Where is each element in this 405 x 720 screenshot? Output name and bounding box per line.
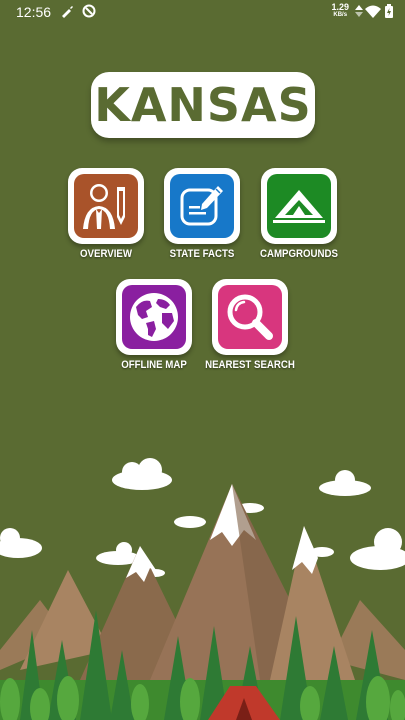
battery-icon [385, 4, 393, 21]
businessman-pencil-icon [83, 184, 125, 229]
overview-tile-frame [68, 168, 144, 244]
app-title-badge: KANSAS [91, 72, 315, 138]
overview-tile [74, 174, 138, 238]
data-arrows-icon [355, 5, 363, 20]
network-speed: 1.29 KB/s [331, 2, 349, 19]
status-time: 12:56 [16, 4, 52, 20]
edit-note-icon [180, 186, 223, 226]
pen-icon [60, 4, 74, 21]
nearest-search-button[interactable]: NEAREST SEARCH [205, 279, 295, 371]
sync-icon [82, 4, 96, 21]
tent-icon [273, 190, 325, 223]
state-facts-button[interactable]: STATE FACTS [164, 168, 244, 260]
app-title: KANSAS [94, 78, 312, 132]
nearest-search-tile-frame [212, 279, 288, 355]
nearest-search-tile [218, 285, 282, 349]
campgrounds-label: CAMPGROUNDS [260, 248, 338, 260]
state-facts-tile-frame [164, 168, 240, 244]
campgrounds-button[interactable]: CAMPGROUNDS [260, 168, 341, 260]
status-bar: 12:56 1.29 KB/s [0, 0, 405, 24]
campgrounds-tile-frame [261, 168, 337, 244]
magnifier-icon [227, 294, 273, 340]
overview-button[interactable]: OVERVIEW [68, 168, 148, 260]
mountain-landscape-illustration [0, 458, 405, 720]
campgrounds-tile [267, 174, 331, 238]
offline-map-tile-frame [116, 279, 192, 355]
wifi-icon [365, 5, 381, 21]
state-facts-tile [170, 174, 234, 238]
globe-icon [130, 293, 178, 341]
offline-map-button[interactable]: OFFLINE MAP [116, 279, 196, 371]
offline-map-tile [122, 285, 186, 349]
nearest-search-label: NEAREST SEARCH [205, 359, 295, 371]
